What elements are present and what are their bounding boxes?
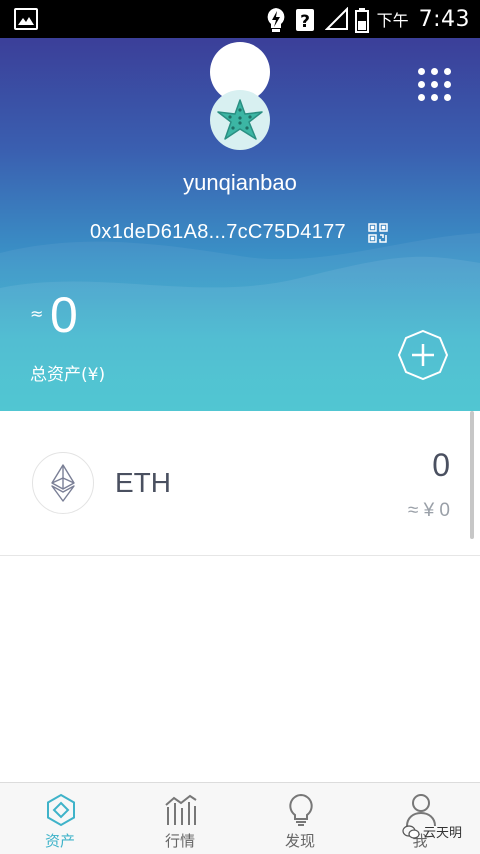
clock: 7:43 — [418, 6, 470, 32]
asset-fiat-value: ≈ ¥ 0 — [407, 500, 450, 521]
tab-profile[interactable]: 我 — [360, 783, 480, 854]
tab-assets-label: 资产 — [44, 832, 75, 850]
total-asset-value: 0 — [50, 287, 78, 343]
svg-text:?: ? — [300, 12, 310, 32]
tab-discover[interactable]: 发现 — [240, 783, 360, 854]
status-bar: ? 下午 7:43 — [0, 0, 480, 38]
tab-market[interactable]: 行情 — [120, 783, 240, 854]
starfish-icon[interactable] — [210, 90, 270, 150]
total-asset-label: 总资产(¥) — [30, 365, 106, 385]
asset-row-eth[interactable]: ETH 0 ≈ ¥ 0 — [0, 411, 480, 556]
wechat-icon — [402, 824, 420, 839]
wallet-address[interactable]: 0x1deD61A8...7cC75D4177 — [90, 221, 346, 244]
menu-grid-icon[interactable] — [418, 68, 452, 102]
assets-diamond-icon — [44, 793, 78, 827]
signal-icon — [324, 6, 348, 31]
watermark: 云天明 — [402, 822, 462, 841]
battery-icon — [354, 7, 369, 33]
watermark-text: 云天明 — [423, 826, 463, 841]
unknown-notification-icon: ? — [295, 7, 317, 32]
image-icon — [14, 8, 38, 30]
ethereum-icon — [32, 452, 94, 514]
discover-bulb-icon — [284, 793, 318, 827]
approx-symbol: ≈ — [30, 304, 44, 323]
qr-code-icon[interactable] — [368, 223, 388, 243]
lightning-notification-icon — [265, 7, 287, 32]
asset-symbol: ETH — [115, 467, 171, 498]
asset-amount: 0 — [432, 447, 450, 483]
bottom-navigation: 资产 行情 发现 我 — [0, 782, 480, 854]
scrollbar[interactable] — [470, 411, 474, 539]
tab-assets[interactable]: 资产 — [0, 783, 120, 854]
tab-market-label: 行情 — [164, 832, 195, 850]
time-period: 下午 — [376, 11, 409, 30]
market-chart-icon — [164, 793, 198, 827]
tab-discover-label: 发现 — [284, 832, 315, 850]
wallet-header: yunqianbao 0x1deD61A8...7cC75D4177 ≈ 0 总… — [0, 38, 480, 411]
wallet-name: yunqianbao — [183, 170, 297, 195]
add-asset-button[interactable] — [397, 329, 449, 381]
